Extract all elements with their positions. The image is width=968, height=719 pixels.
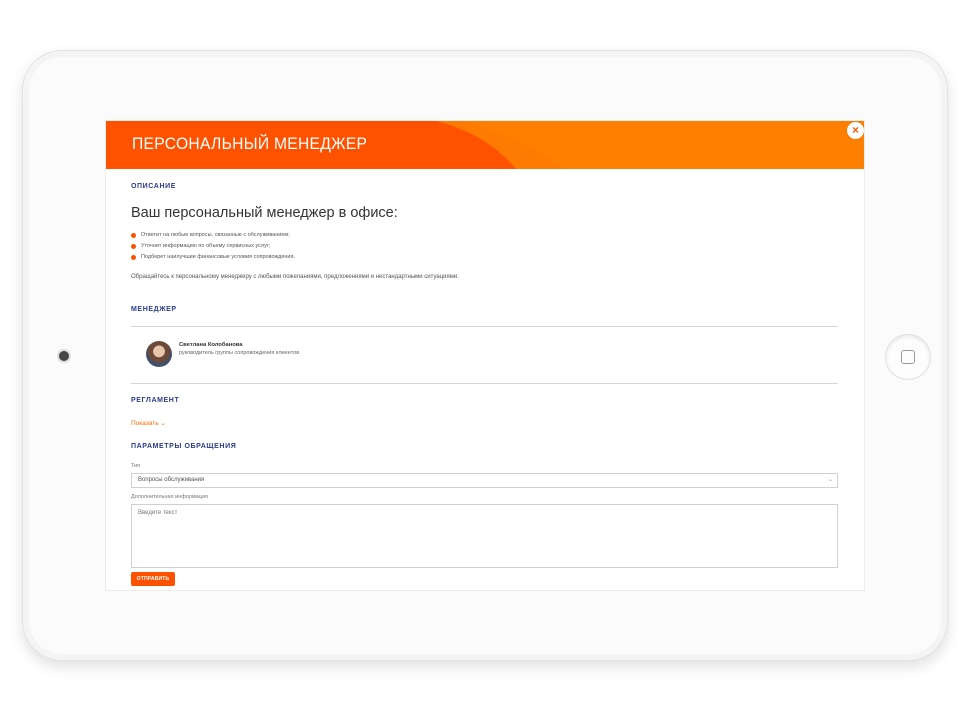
list-item: Подберет наилучшие финансовые условия со…: [131, 252, 295, 263]
description-text: Обращайтесь к персональному менеджеру с …: [131, 274, 459, 280]
type-select[interactable]: Вопросы обслуживания ⌄: [131, 473, 838, 488]
manager-role: руководитель группы сопровождения клиент…: [179, 350, 300, 356]
home-button[interactable]: [885, 334, 931, 380]
bullet-dot-icon: [131, 233, 136, 238]
chevron-down-icon: ⌄: [827, 477, 833, 483]
section-label-regulation: РЕГЛАМЕНТ: [131, 397, 180, 404]
divider: [131, 326, 838, 327]
bullet-dot-icon: [131, 244, 136, 249]
description-heading: Ваш персональный менеджер в офисе:: [131, 205, 398, 221]
info-textarea[interactable]: Введите текст: [131, 504, 838, 568]
home-square-icon: [901, 350, 915, 364]
type-field-label: Тип: [131, 463, 141, 469]
modal-header: ПЕРСОНАЛЬНЫЙ МЕНЕДЖЕР: [106, 121, 864, 169]
bullet-text: Ответит на любые вопросы, связанные с об…: [141, 232, 290, 238]
camera-icon: [59, 351, 69, 361]
section-label-params: ПАРАМЕТРЫ ОБРАЩЕНИЯ: [131, 443, 237, 450]
list-item: Уточнит информацию по объему сервисных у…: [131, 241, 295, 252]
manager-avatar: [146, 341, 172, 367]
bullet-text: Уточнит информацию по объему сервисных у…: [141, 243, 271, 249]
section-label-description: ОПИСАНИЕ: [131, 183, 176, 190]
list-item: Ответит на любые вопросы, связанные с об…: [131, 230, 295, 241]
close-icon[interactable]: ×: [847, 122, 864, 139]
section-label-manager: МЕНЕДЖЕР: [131, 306, 177, 313]
manager-name: Светлана Колобанова: [179, 342, 243, 348]
modal-screen: ПЕРСОНАЛЬНЫЙ МЕНЕДЖЕР × ОПИСАНИЕ Ваш пер…: [105, 120, 865, 591]
show-regulation-link[interactable]: Показать ⌄: [131, 419, 166, 427]
bullet-dot-icon: [131, 255, 136, 260]
bullet-text: Подберет наилучшие финансовые условия со…: [141, 254, 296, 260]
type-select-value: Вопросы обслуживания: [138, 477, 205, 483]
description-bullet-list: Ответит на любые вопросы, связанные с об…: [131, 230, 295, 263]
info-textarea-placeholder: Введите текст: [138, 510, 178, 516]
modal-title: ПЕРСОНАЛЬНЫЙ МЕНЕДЖЕР: [132, 134, 368, 153]
submit-button[interactable]: ОТПРАВИТЬ: [131, 572, 175, 586]
info-field-label: Дополнительная информация: [131, 494, 208, 500]
divider: [131, 383, 838, 384]
